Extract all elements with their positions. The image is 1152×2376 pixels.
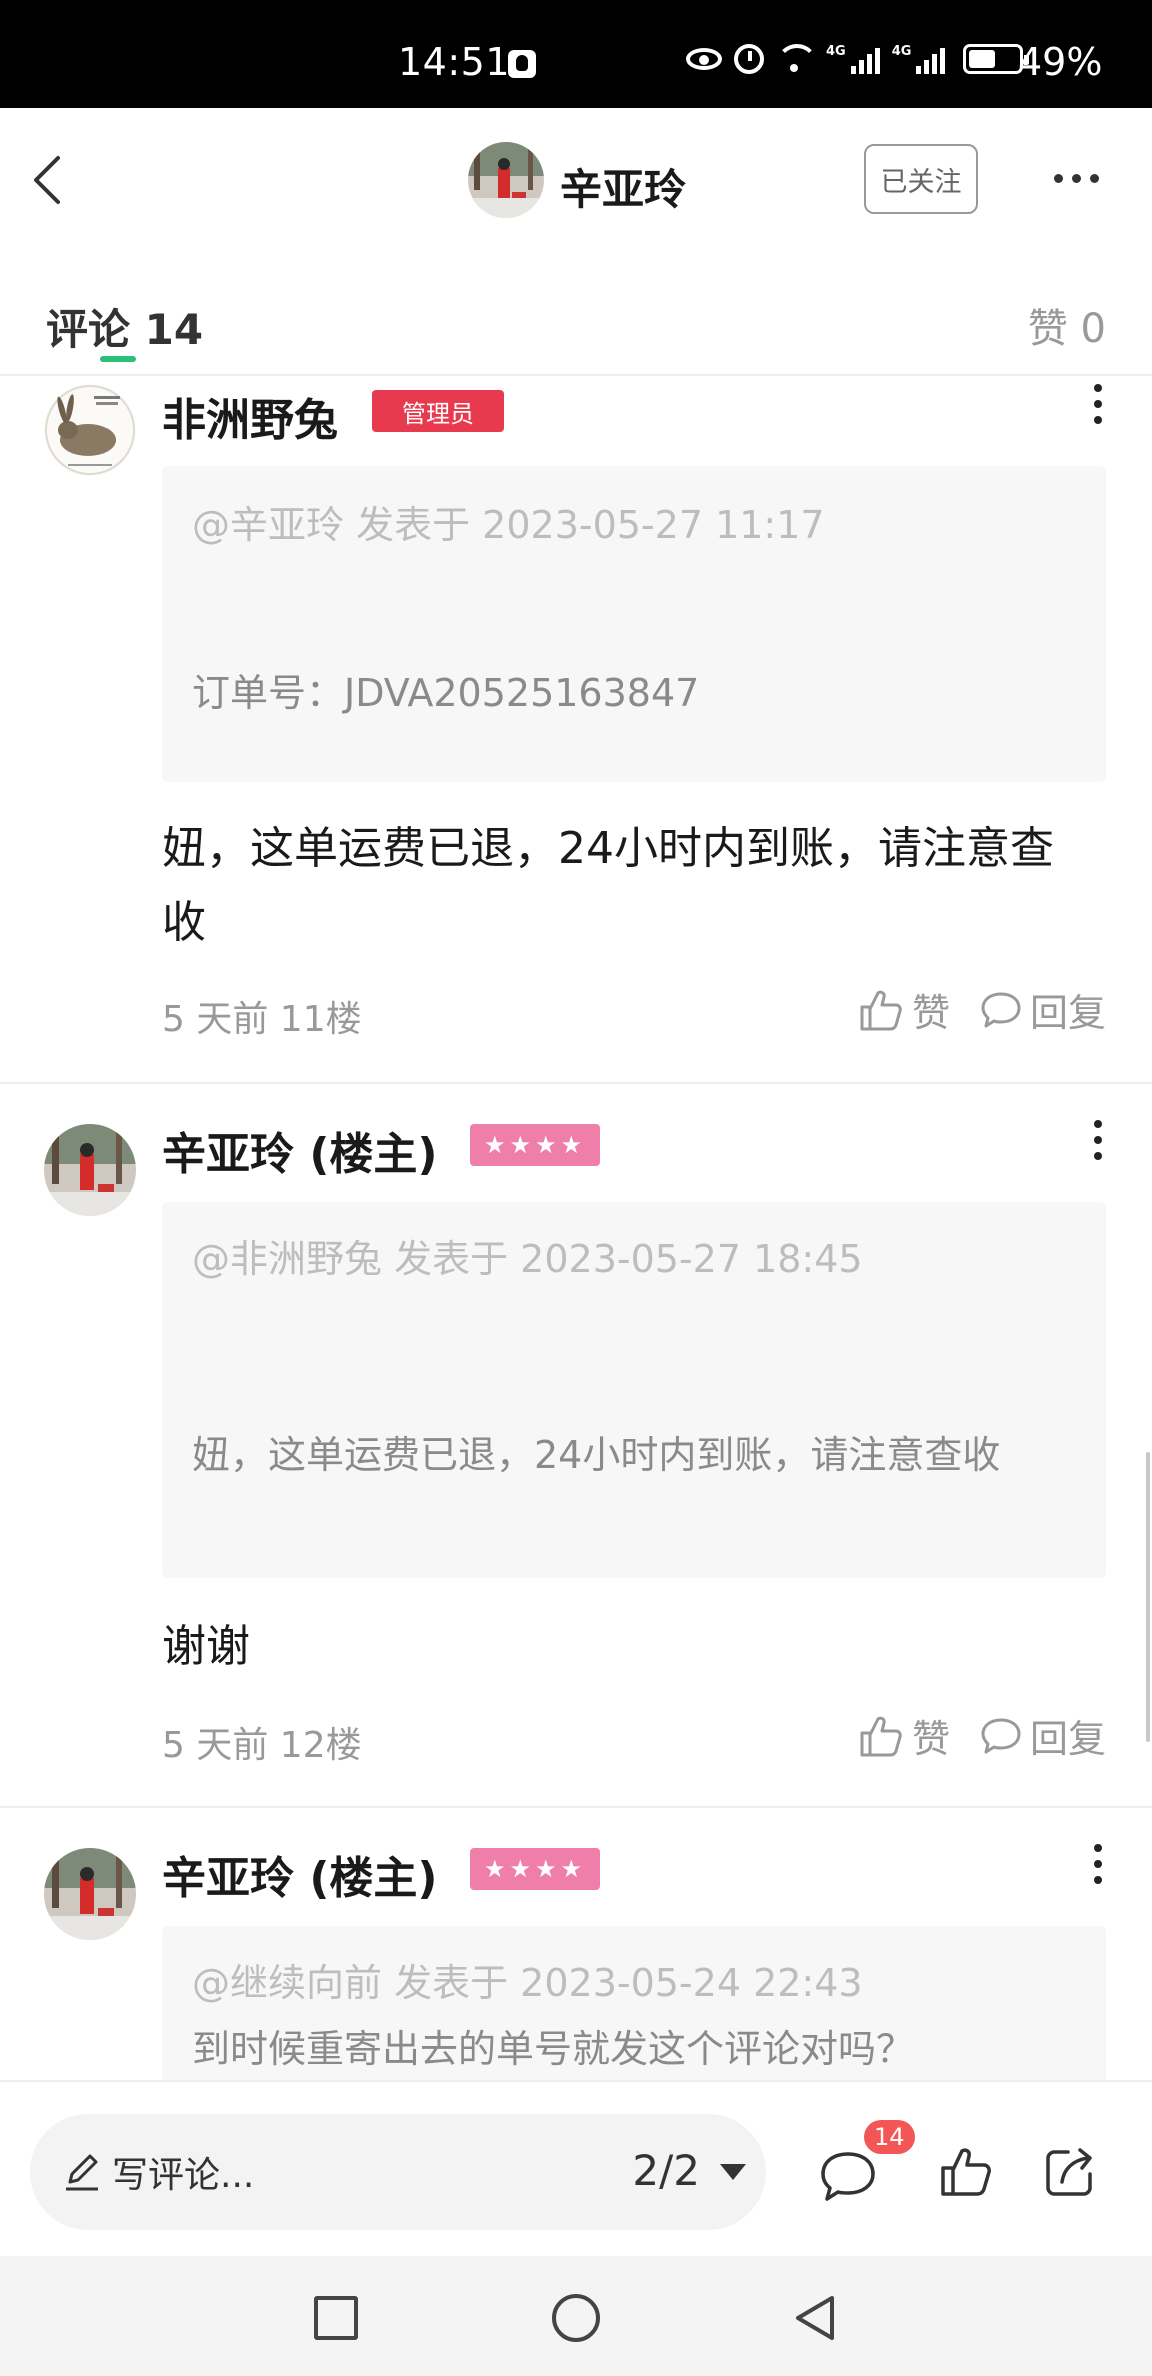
tab-active-indicator — [100, 356, 136, 362]
network-type-label: 4G — [826, 44, 846, 59]
tab-comments[interactable]: 评论 14 — [46, 296, 203, 357]
comment-body: 谢谢 — [162, 1621, 250, 1672]
comment-more-icon[interactable] — [1090, 1120, 1106, 1160]
bottom-bar: 写评论... 2/2 14 — [0, 2080, 1152, 2256]
quoted-comment: @继续向前 发表于 2023-05-24 22:43 到时候重寄出去的单号就发这… — [162, 1926, 1106, 2080]
comment-icon[interactable] — [818, 2148, 878, 2204]
comment-meta: 5 天前 11楼 — [162, 999, 362, 1040]
write-comment-placeholder: 写评论... — [112, 2155, 255, 2196]
battery-icon — [963, 44, 1030, 74]
comment-list: 非洲野兔 管理员 @辛亚玲 发表于 2023-05-27 11:17 订单号：J… — [0, 378, 1152, 2080]
avatar-photo — [44, 1124, 136, 1216]
wifi-icon — [776, 44, 818, 74]
comment-author[interactable]: 辛亚玲 (楼主) — [162, 1842, 438, 1906]
nav-back-icon[interactable] — [792, 2294, 838, 2342]
like-button[interactable]: 赞 — [858, 982, 950, 1037]
tabs: 评论 14 赞 0 — [0, 252, 1152, 376]
rank-badge: ★★★★ — [470, 1848, 600, 1890]
comment-avatar[interactable] — [44, 1124, 136, 1216]
comment-author[interactable]: 辛亚玲 (楼主) — [162, 1118, 438, 1182]
write-comment-input[interactable]: 写评论... 2/2 — [30, 2114, 766, 2230]
tab-likes[interactable]: 赞 0 — [1028, 296, 1106, 354]
system-nav-bar — [0, 2256, 1152, 2376]
comment-actions: 赞 回复 — [858, 982, 1106, 1037]
comment-count-badge: 14 — [864, 2120, 915, 2154]
page-indicator[interactable]: 2/2 — [632, 2146, 700, 2195]
quote-text: 到时候重寄出去的单号就发这个评论对吗？ — [192, 2027, 915, 2071]
chat-bubble-icon — [981, 992, 1021, 1027]
like-label: 赞 — [911, 991, 950, 1035]
quote-meta: @继续向前 发表于 2023-05-24 22:43 — [192, 1961, 863, 2005]
quoted-comment: @辛亚玲 发表于 2023-05-27 11:17 订单号：JDVA205251… — [162, 466, 1106, 782]
header-username: 辛亚玲 — [560, 165, 687, 214]
comment-item: 非洲野兔 管理员 @辛亚玲 发表于 2023-05-27 11:17 订单号：J… — [0, 378, 1152, 1082]
more-icon[interactable] — [1054, 174, 1099, 183]
pen-icon — [66, 2154, 98, 2191]
comment-meta: 5 天前 12楼 — [162, 1725, 362, 1766]
comment-author[interactable]: 非洲野兔 — [162, 384, 338, 448]
thumb-up-icon — [860, 990, 902, 1030]
comment-avatar[interactable] — [44, 384, 136, 476]
header-avatar[interactable] — [468, 142, 544, 218]
status-bar: 14:51 4G 4G 49% — [0, 0, 1152, 108]
follow-button[interactable]: 已关注 — [864, 144, 978, 214]
like-button[interactable]: 赞 — [858, 1708, 950, 1763]
header: 辛亚玲 已关注 — [0, 108, 1152, 252]
comment-item: 辛亚玲 (楼主) ★★★★ @继续向前 发表于 2023-05-24 22:43… — [0, 1808, 1152, 2080]
battery-percent: 49% — [1018, 40, 1103, 84]
comment-avatar[interactable] — [44, 1848, 136, 1940]
like-label: 赞 — [911, 1717, 950, 1761]
reply-label: 回复 — [1029, 1717, 1106, 1761]
reply-button[interactable]: 回复 — [980, 1708, 1106, 1763]
signal-icon-2: 4G — [892, 44, 946, 74]
signal-icon-1: 4G — [826, 44, 880, 74]
qq-notification-icon — [508, 50, 536, 78]
status-time: 14:51 — [398, 40, 511, 84]
caret-down-icon[interactable] — [720, 2164, 746, 2180]
thumb-up-icon — [860, 1716, 902, 1756]
screen: 14:51 4G 4G 49% 辛亚玲 已关注 评论 14 赞 0 非洲野兔 管… — [0, 0, 1152, 2376]
share-icon[interactable] — [1042, 2144, 1098, 2200]
avatar-photo — [44, 1848, 136, 1940]
back-icon[interactable] — [28, 152, 78, 208]
quote-meta: @非洲野兔 发表于 2023-05-27 18:45 — [192, 1237, 863, 1281]
rabbit-avatar-image — [44, 384, 136, 476]
reply-label: 回复 — [1029, 991, 1106, 1035]
recent-apps-icon[interactable] — [314, 2296, 358, 2340]
admin-badge: 管理员 — [372, 390, 504, 432]
reply-button[interactable]: 回复 — [980, 982, 1106, 1037]
network-type-label: 4G — [891, 44, 912, 59]
rank-badge: ★★★★ — [470, 1124, 600, 1166]
status-icons: 4G 4G — [686, 44, 1030, 74]
alarm-icon — [734, 44, 764, 74]
comment-item: 辛亚玲 (楼主) ★★★★ @非洲野兔 发表于 2023-05-27 18:45… — [0, 1084, 1152, 1804]
quote-meta: @辛亚玲 发表于 2023-05-27 11:17 — [192, 503, 825, 547]
comment-more-icon[interactable] — [1090, 384, 1106, 424]
home-icon[interactable] — [552, 2294, 600, 2342]
thumb-up-icon[interactable] — [938, 2144, 992, 2198]
comment-body: 妞，这单运费已退，24小时内到账，请注意查收 — [162, 823, 1054, 948]
quote-text: 订单号：JDVA20525163847 — [192, 671, 700, 715]
comment-actions: 赞 回复 — [858, 1708, 1106, 1763]
quote-text: 妞，这单运费已退，24小时内到账，请注意查收 — [192, 1433, 1001, 1477]
comment-more-icon[interactable] — [1090, 1844, 1106, 1884]
scrollbar[interactable] — [1146, 1452, 1150, 1742]
quoted-comment: @非洲野兔 发表于 2023-05-27 18:45 妞，这单运费已退，24小时… — [162, 1202, 1106, 1578]
chat-bubble-icon — [981, 1718, 1021, 1753]
avatar-photo — [468, 142, 544, 218]
eye-icon — [686, 48, 722, 70]
